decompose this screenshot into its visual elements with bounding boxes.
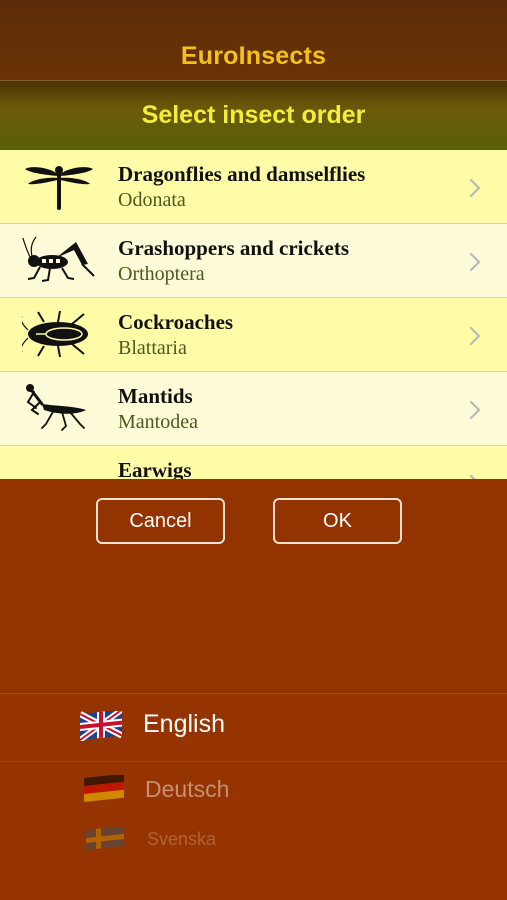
chevron-right-icon bbox=[469, 178, 481, 198]
language-label: Svenska bbox=[147, 829, 217, 849]
divider bbox=[0, 761, 507, 762]
list-item-blattaria[interactable]: Cockroaches Blattaria bbox=[0, 298, 507, 372]
language-item-english[interactable]: English bbox=[0, 697, 507, 757]
sweden-flag-icon bbox=[86, 827, 124, 850]
item-common-name: Earwigs bbox=[118, 458, 192, 479]
list-item-orthoptera[interactable]: Grashoppers and crickets Orthoptera bbox=[0, 224, 507, 298]
uk-flag-icon bbox=[80, 711, 122, 741]
language-list: English Deutsch Svenska bbox=[0, 693, 507, 900]
cockroach-icon bbox=[22, 310, 88, 358]
cancel-button[interactable]: Cancel bbox=[96, 498, 225, 544]
list-item-odonata[interactable]: Dragonflies and damselflies Odonata bbox=[0, 150, 507, 224]
language-item-deutsch[interactable]: Deutsch bbox=[0, 763, 507, 823]
picker-button-bar: Cancel OK bbox=[0, 479, 507, 693]
picker-header: Select insect order bbox=[0, 81, 507, 150]
chevron-right-icon bbox=[469, 400, 481, 420]
earwig-icon bbox=[22, 456, 96, 479]
chevron-right-icon bbox=[469, 252, 481, 272]
list-item-earwigs[interactable]: Earwigs bbox=[0, 446, 507, 479]
language-item-svenska[interactable]: Svenska bbox=[0, 821, 507, 881]
language-label: English bbox=[143, 710, 225, 738]
chevron-right-icon bbox=[469, 326, 481, 346]
item-common-name: Dragonflies and damselflies bbox=[118, 162, 366, 186]
item-latin-name: Blattaria bbox=[118, 337, 187, 359]
item-latin-name: Orthoptera bbox=[118, 263, 205, 285]
picker-title: Select insect order bbox=[141, 101, 366, 129]
item-common-name: Cockroaches bbox=[118, 310, 234, 334]
divider bbox=[0, 693, 507, 694]
ok-button[interactable]: OK bbox=[273, 498, 402, 544]
insect-order-list[interactable]: Dragonflies and damselflies Odonata Gras… bbox=[0, 150, 507, 479]
item-latin-name: Mantodea bbox=[118, 411, 198, 433]
item-common-name: Mantids bbox=[118, 384, 193, 408]
item-latin-name: Odonata bbox=[118, 189, 186, 211]
grasshopper-icon bbox=[22, 236, 95, 282]
mantis-icon bbox=[26, 384, 86, 431]
list-item-mantodea[interactable]: Mantids Mantodea bbox=[0, 372, 507, 446]
dragonfly-icon bbox=[25, 166, 93, 210]
germany-flag-icon bbox=[84, 775, 124, 802]
app-header: EuroInsects bbox=[0, 0, 507, 81]
language-label: Deutsch bbox=[145, 776, 230, 802]
item-common-name: Grashoppers and crickets bbox=[118, 236, 349, 260]
app-title: EuroInsects bbox=[180, 42, 327, 70]
